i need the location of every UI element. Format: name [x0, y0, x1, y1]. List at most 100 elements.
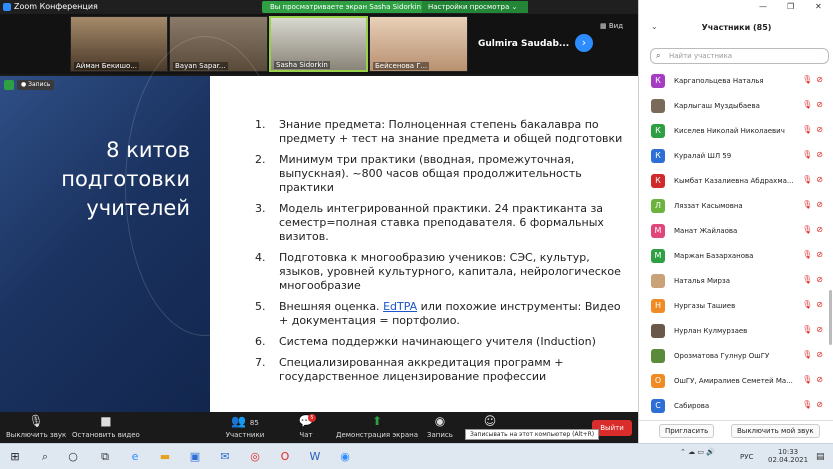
edge-icon[interactable]: e	[128, 450, 142, 463]
slide-list: 1. Знание предмета: Полноценная степень б…	[255, 118, 625, 391]
search-icon[interactable]: ⌕	[38, 450, 52, 464]
notification-icon[interactable]: ▤	[816, 452, 825, 462]
muted-mic-video-off-icon[interactable]: 🎙⊘	[802, 250, 827, 259]
participant-row[interactable]: С Сабирова 🎙⊘	[639, 393, 829, 418]
edtpa-link[interactable]: EdTPA	[383, 300, 417, 313]
task-view-icon[interactable]: ⧉	[98, 450, 112, 464]
muted-mic-video-off-icon[interactable]: 🎙⊘	[802, 275, 827, 284]
avatar: Л	[651, 198, 665, 213]
participant-row[interactable]: Л Ляззат Касымовна 🎙⊘	[639, 193, 829, 218]
video-tile[interactable]: Бейсенова Г...	[369, 16, 468, 72]
view-label: Вид	[608, 22, 624, 30]
chat-badge: 5	[308, 414, 316, 422]
language-indicator[interactable]: РУС	[740, 453, 753, 461]
view-button[interactable]: ▦ Вид	[600, 22, 623, 30]
store-icon[interactable]: ▣	[188, 450, 202, 463]
mute-me-button[interactable]: Выключить мой звук	[731, 424, 820, 438]
muted-mic-video-off-icon[interactable]: 🎙⊘	[802, 100, 827, 109]
participant-row[interactable]: К Каргапольцева Наталья 🎙⊘	[639, 68, 829, 93]
time: 10:33	[777, 448, 799, 456]
tile-name: Бейсенова Г...	[373, 62, 430, 70]
recording-badge[interactable]: ● Запись	[17, 80, 55, 90]
maximize-icon[interactable]: ❐	[787, 2, 794, 11]
video-strip: Айман Бекишо... Bayan Sapar... Sasha Sid…	[0, 14, 638, 74]
record-button[interactable]: ◉ Запись	[427, 414, 453, 439]
muted-mic-video-off-icon[interactable]: 🎙⊘	[802, 200, 827, 209]
share-screen-button[interactable]: ⬆ Демонстрация экрана	[336, 414, 418, 439]
muted-mic-video-off-icon[interactable]: 🎙⊘	[802, 400, 827, 409]
list-item: 6. Система поддержки начинающего учителя …	[255, 335, 625, 349]
mute-label: Выключить звук	[6, 431, 67, 439]
scrollbar[interactable]	[829, 290, 832, 345]
slide-left-panel: 8 китов подготовки учителей	[0, 36, 285, 412]
close-icon[interactable]: ✕	[815, 2, 822, 11]
muted-mic-video-off-icon[interactable]: 🎙⊘	[802, 150, 827, 159]
participant-row[interactable]: М Манат Жайлаова 🎙⊘	[639, 218, 829, 243]
record-label: Запись	[427, 431, 453, 439]
list-item: 3. Модель интегрированной практики. 24 пр…	[255, 202, 625, 244]
minimize-icon[interactable]: —	[759, 2, 767, 11]
shield-icon[interactable]	[4, 80, 14, 90]
participant-name: ОшГУ, Амиралиев Семетей Ма...	[674, 376, 793, 385]
participant-row[interactable]: К Кымбат Казалиевна Абдрахма... 🎙⊘	[639, 168, 829, 193]
tray-icons[interactable]: ⌃ ☁ ▭ 🔊	[680, 448, 715, 456]
participant-row[interactable]: Нурлан Кулмурзаев 🎙⊘	[639, 318, 829, 343]
share-screen-icon: ⬆	[371, 414, 383, 428]
chat-button[interactable]: 💬 Чат 5	[296, 414, 316, 439]
participant-row[interactable]: М Маржан Базарханова 🎙⊘	[639, 243, 829, 268]
participants-label: Участники	[225, 431, 265, 439]
invite-button[interactable]: Пригласить	[659, 424, 715, 438]
participants-icon: 👥 85	[231, 414, 259, 428]
participant-row[interactable]: Карлыгаш Муздыбаева 🎙⊘	[639, 93, 829, 118]
participant-row[interactable]: Орозматова Гулнур ОшГУ 🎙⊘	[639, 343, 829, 368]
participant-row[interactable]: О ОшГУ, Амиралиев Семетей Ма... 🎙⊘	[639, 368, 829, 393]
muted-mic-video-off-icon[interactable]: 🎙⊘	[802, 300, 827, 309]
item-text: Система поддержки начинающего учителя (I…	[279, 335, 596, 348]
slide-title-line: подготовки	[61, 167, 190, 191]
windows-start-icon[interactable]: ⊞	[8, 450, 22, 463]
zoom-icon[interactable]: ◉	[338, 450, 352, 463]
next-page-arrow-icon[interactable]: ›	[575, 34, 593, 52]
muted-mic-video-off-icon[interactable]: 🎙⊘	[802, 225, 827, 234]
mute-button[interactable]: 🎙 Выключить звук	[6, 414, 66, 439]
panel-title: Участники (85)	[701, 23, 772, 32]
muted-mic-video-off-icon[interactable]: 🎙⊘	[802, 75, 827, 84]
list-item: 4. Подготовка к многообразию учеников: СЭ…	[255, 251, 625, 293]
item-text: Минимум три практики (вводная, промежуто…	[279, 153, 582, 194]
muted-mic-video-off-icon[interactable]: 🎙⊘	[802, 325, 827, 334]
item-number: 5.	[255, 300, 266, 313]
muted-mic-video-off-icon[interactable]: 🎙⊘	[802, 125, 827, 134]
video-tile-active[interactable]: Sasha Sidorkin	[269, 16, 368, 72]
task-view-icon[interactable]: ○	[66, 450, 80, 463]
participant-row[interactable]: К Киселев Николай Николаевич 🎙⊘	[639, 118, 829, 143]
avatar: М	[651, 223, 665, 238]
opera-icon[interactable]: O	[278, 450, 292, 463]
muted-mic-video-off-icon[interactable]: 🎙⊘	[802, 350, 827, 359]
file-explorer-icon[interactable]: ▬	[158, 450, 172, 463]
participant-name: Нургазы Ташиев	[674, 301, 736, 310]
mail-icon[interactable]: ✉	[218, 450, 232, 463]
participant-row[interactable]: К Куралай ШЛ 59 🎙⊘	[639, 143, 829, 168]
participant-name: Кымбат Казалиевна Абдрахма...	[674, 176, 794, 185]
item-text: Модель интегрированной практики. 24 прак…	[279, 202, 604, 243]
muted-mic-video-off-icon[interactable]: 🎙⊘	[802, 375, 827, 384]
stop-video-button[interactable]: ■ Остановить видео	[72, 414, 140, 439]
participant-name: Наталья Мирза	[674, 276, 730, 285]
participant-search-input[interactable]: ⌕ Найти участника	[650, 48, 829, 64]
video-tile[interactable]: Айман Бекишо...	[70, 16, 168, 72]
chrome-icon[interactable]: ◎	[248, 450, 262, 463]
clock[interactable]: 10:33 02.04.2021	[768, 448, 808, 464]
avatar: М	[651, 248, 665, 263]
search-placeholder: Найти участника	[669, 52, 733, 60]
participant-row[interactable]: Наталья Мирза 🎙⊘	[639, 268, 829, 293]
participant-row[interactable]: Н Нургазы Ташиев 🎙⊘	[639, 293, 829, 318]
word-icon[interactable]: W	[308, 450, 322, 463]
participants-button[interactable]: 👥 85 Участники	[225, 414, 265, 439]
avatar: О	[651, 373, 665, 388]
reaction-icon: ☺	[483, 414, 497, 428]
muted-mic-video-off-icon[interactable]: 🎙⊘	[802, 175, 827, 184]
view-settings-button[interactable]: Настройки просмотра ⌄	[422, 1, 528, 13]
avatar: Н	[651, 298, 665, 313]
participant-name: Каргапольцева Наталья	[674, 76, 764, 85]
video-tile-text-only[interactable]: Gulmira Saudab...	[470, 16, 580, 72]
